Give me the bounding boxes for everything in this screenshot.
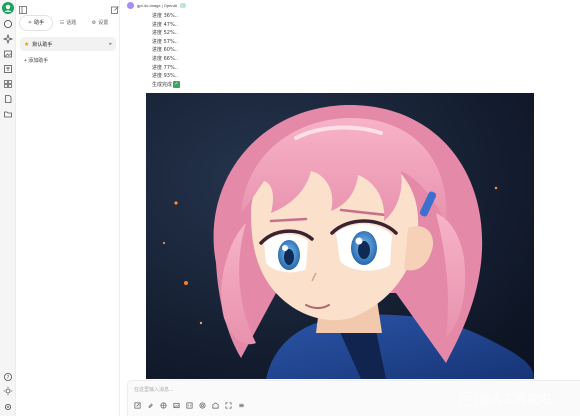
paperclip-icon[interactable] [147,402,154,409]
done-label: 生成完成 [152,81,173,88]
settings-icon[interactable] [3,402,13,412]
progress-line: 进度 66%.. [152,55,178,62]
knowledge-icon[interactable] [212,402,219,409]
document-icon[interactable] [3,94,13,104]
code-icon[interactable] [186,402,193,409]
progress-line: 进度 47%.. [152,21,178,28]
progress-line: 进度 36%.. [152,13,178,19]
attach-icon[interactable] [134,402,141,409]
progress-line: 进度 60%.. [152,47,178,54]
anime-girl-illustration [146,93,534,379]
progress-line: 进度 93%.. [152,73,178,80]
tab-topics[interactable]: ☷ 话题 [52,16,84,30]
progress-line: 进度 52%.. [152,30,178,37]
sparkle-icon[interactable] [3,34,13,44]
model-name[interactable]: gpt-4o-image | OpenAI [137,3,177,8]
folder-icon[interactable] [3,109,13,119]
tab-settings[interactable]: ⚙ 设置 [84,16,116,30]
image-icon[interactable] [3,49,13,59]
icon-rail: ? [0,0,16,416]
sidebar-toggle-icon[interactable] [19,1,27,14]
composer-toolbar [134,402,245,409]
star-icon: ★ [24,41,30,48]
chat-icon[interactable] [3,19,13,29]
assistant-tab-icon: ✧ [27,20,33,26]
tab-assistants[interactable]: ✧ 助手 [20,16,52,30]
translate-icon[interactable] [3,64,13,74]
tab-label: 话题 [66,20,77,26]
sidebar-tabs: ✧ 助手 ☷ 话题 ⚙ 设置 [20,16,116,30]
done-line: 生成完成 ✓ [152,80,181,90]
chat-header: gpt-4o-image | OpenAI [120,0,580,10]
help-icon[interactable]: ? [3,372,13,382]
apps-icon[interactable] [3,79,13,89]
assistant-sidebar: ✧ 助手 ☷ 话题 ⚙ 设置 ★ 默认助手 ▸ + 添加助手 [16,0,120,416]
add-assistant-button[interactable]: + 添加助手 [24,57,48,64]
model-status-badge [180,2,187,8]
assistant-label: 默认助手 [32,41,53,48]
progress-line: 进度 77%.. [152,64,178,71]
expand-icon[interactable] [225,402,232,409]
globe-icon[interactable] [160,402,167,409]
assistant-item-default[interactable]: ★ 默认助手 ▸ [20,37,116,51]
progress-log: 进度 36%.. 进度 47%.. 进度 52%.. 进度 57%.. 进度 6… [152,12,181,90]
watermark-text: @人工智能吧 [479,392,552,406]
svg-text:?: ? [7,375,10,381]
tab-label: 设置 [98,20,109,26]
generated-image[interactable] [146,93,534,379]
gear-icon: ⚙ [91,20,97,26]
brand-logo-icon[interactable] [2,2,14,14]
new-chat-icon[interactable] [111,1,119,14]
image-gen-icon[interactable] [173,402,180,409]
sidebar-toolbar [16,0,120,14]
check-icon: ✓ [173,80,181,88]
more-icon[interactable] [238,402,245,409]
message-input[interactable]: 在这里输入消息... [134,386,173,393]
watermark: AI @人工智能吧 [460,390,551,407]
model-avatar [127,1,134,9]
theme-icon[interactable] [3,386,13,396]
at-icon[interactable] [199,402,206,409]
topic-tab-icon: ☷ [59,20,65,26]
progress-line: 进度 57%.. [152,38,178,45]
tab-label: 助手 [34,20,45,26]
watermark-logo: AI [460,391,476,406]
chevron-right-icon[interactable]: ▸ [109,41,112,47]
chat-main: gpt-4o-image | OpenAI 进度 36%.. 进度 47%.. … [120,0,580,416]
